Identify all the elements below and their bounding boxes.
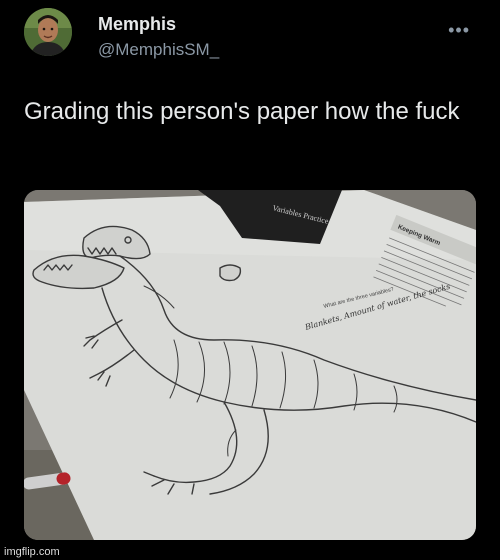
author-handle[interactable]: @MemphisSM_ xyxy=(98,40,219,60)
avatar[interactable] xyxy=(24,8,72,56)
watermark: imgflip.com xyxy=(4,546,60,558)
tweet-text: Grading this person's paper how the fuck xyxy=(24,98,460,125)
author-name[interactable]: Memphis xyxy=(98,14,176,35)
dinosaur-drawing-photo: Variables Practice Keeping Warm What are… xyxy=(24,190,476,540)
tweet-media-image[interactable]: Variables Practice Keeping Warm What are… xyxy=(24,190,476,540)
avatar-photo-icon xyxy=(24,8,72,56)
more-options-icon[interactable]: ••• xyxy=(448,20,470,41)
